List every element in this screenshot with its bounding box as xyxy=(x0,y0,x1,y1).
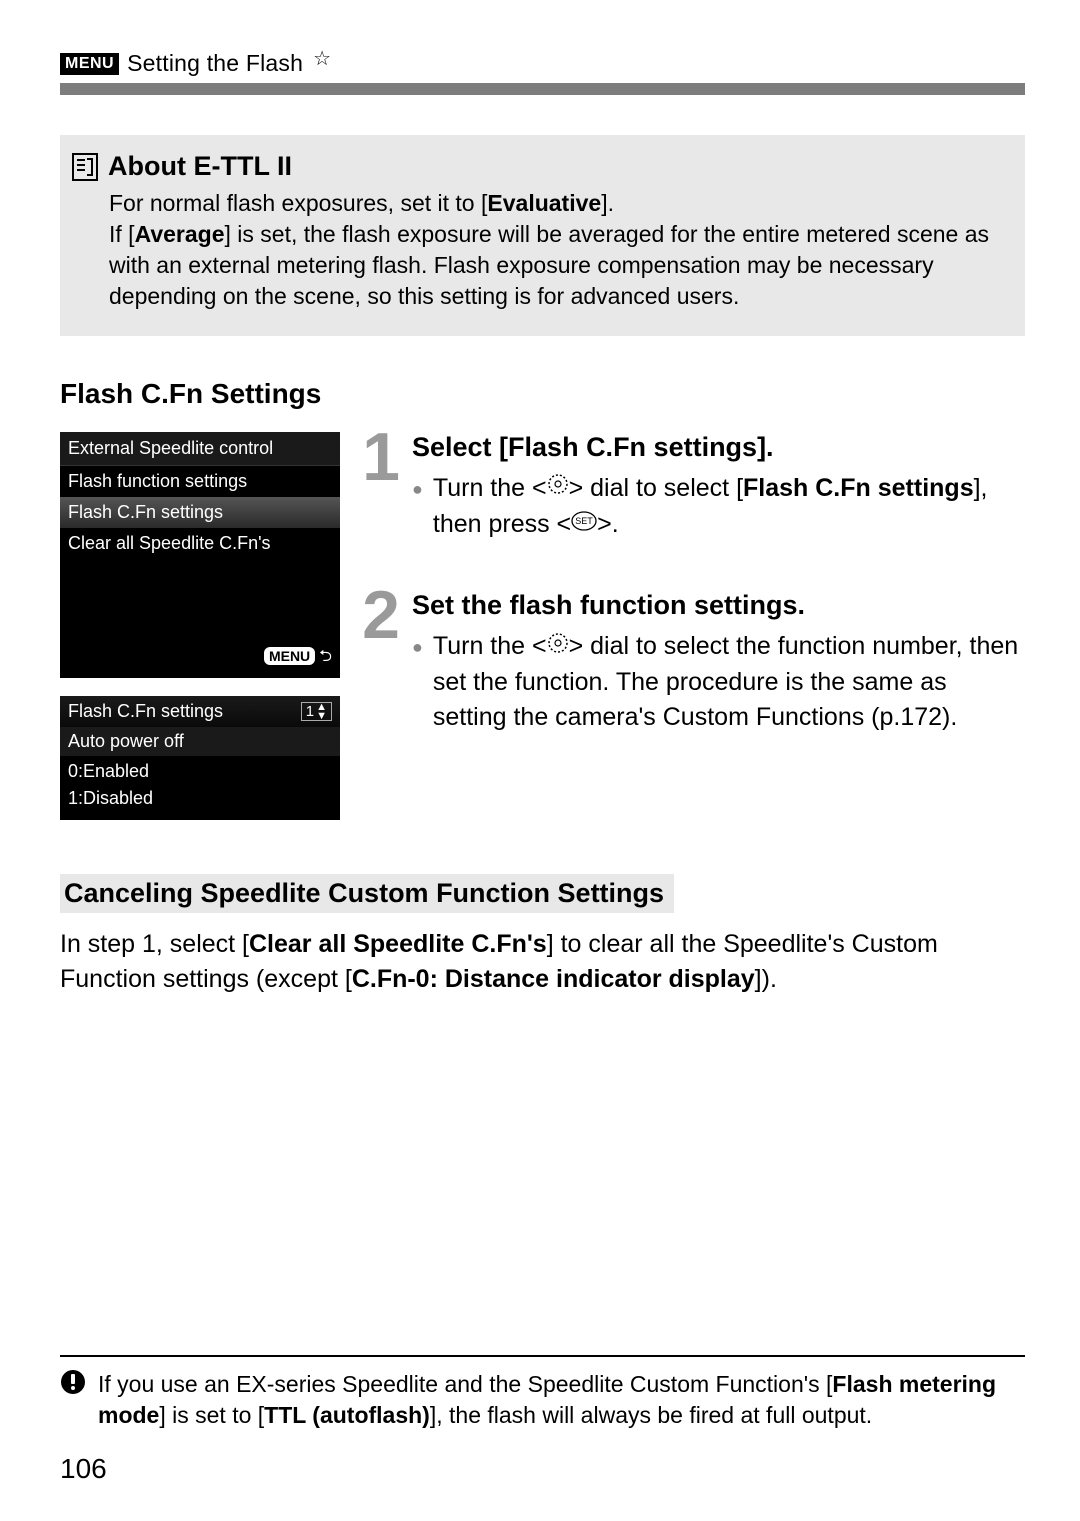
cs2-title: Flash C.Fn settings xyxy=(68,701,223,722)
cs2-counter: 1 ▲▼ xyxy=(301,702,332,722)
cancel-section-title: Canceling Speedlite Custom Function Sett… xyxy=(60,874,674,913)
camera-screen-1: External Speedlite control Flash functio… xyxy=(60,432,340,678)
cs1-footer: MENU⮌ xyxy=(60,639,340,678)
cs1-item-clear-all: Clear all Speedlite C.Fn's xyxy=(60,528,340,559)
camera-screen-2: Flash C.Fn settings 1 ▲▼ Auto power off … xyxy=(60,696,340,820)
step-1: 1 Select [Flash C.Fn settings]. ● Turn t… xyxy=(358,432,1025,542)
step1-title: Select [Flash C.Fn settings]. xyxy=(412,432,1025,463)
step-2: 2 Set the flash function settings. ● Tur… xyxy=(358,590,1025,734)
step-number-2: 2 xyxy=(358,590,404,734)
bullet-icon: ● xyxy=(412,477,423,542)
cs2-subtitle: Auto power off xyxy=(60,727,340,756)
cs2-option-disabled: 1:Disabled xyxy=(60,785,340,812)
step-number-1: 1 xyxy=(358,432,404,542)
header-title: Setting the Flash xyxy=(127,50,303,77)
page-header: MENU Setting the Flash ☆ xyxy=(60,50,1025,77)
step1-text: ● Turn the <> dial to select [Flash C.Fn… xyxy=(412,471,1025,542)
svg-text:SET: SET xyxy=(575,516,593,526)
about-title: About E-TTL II xyxy=(108,151,292,182)
updown-icon: ▲▼ xyxy=(316,703,327,721)
set-icon: SET xyxy=(571,506,597,541)
cs2-option-enabled: 0:Enabled xyxy=(60,758,340,785)
menu-badge-icon: MENU xyxy=(60,53,119,75)
cs1-item-flash-cfn: Flash C.Fn settings xyxy=(60,497,340,528)
about-body: For normal flash exposures, set it to [E… xyxy=(72,188,1005,312)
menu-return-badge: MENU xyxy=(264,647,315,665)
page-number: 106 xyxy=(60,1453,107,1485)
bottom-note: If you use an EX-series Speedlite and th… xyxy=(60,1355,1025,1431)
return-icon: ⮌ xyxy=(319,648,332,665)
bullet-icon: ● xyxy=(412,635,423,734)
dial-icon xyxy=(547,470,569,505)
header-rule xyxy=(60,83,1025,95)
section-flash-cfn-title: Flash C.Fn Settings xyxy=(60,378,1025,410)
step2-title: Set the flash function settings. xyxy=(412,590,1025,621)
cs1-item-flash-func: Flash function settings xyxy=(60,466,340,497)
cs1-header: External Speedlite control xyxy=(60,432,340,466)
flash-menu-icon xyxy=(72,153,98,181)
dial-icon xyxy=(547,629,569,664)
warning-icon xyxy=(60,1369,88,1431)
step2-text: ● Turn the <> dial to select the functio… xyxy=(412,629,1025,734)
bottom-note-text: If you use an EX-series Speedlite and th… xyxy=(98,1369,1025,1431)
cancel-section-body: In step 1, select [Clear all Speedlite C… xyxy=(60,927,1025,996)
star-icon: ☆ xyxy=(313,46,331,71)
about-ettl-box: About E-TTL II For normal flash exposure… xyxy=(60,135,1025,336)
